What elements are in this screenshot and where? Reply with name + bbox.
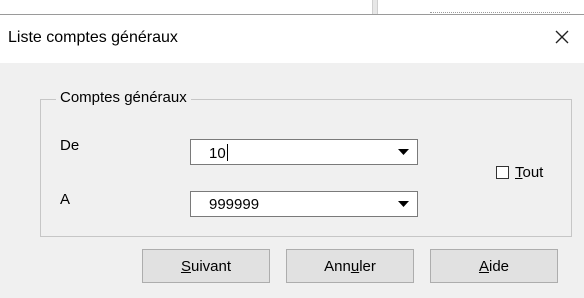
dialog-window: Liste comptes généraux Comptes généraux … bbox=[0, 14, 584, 298]
chevron-down-icon bbox=[397, 148, 409, 155]
cancel-button[interactable]: Annuler bbox=[286, 249, 414, 283]
title-bar: Liste comptes généraux bbox=[0, 15, 584, 63]
to-dropdown-button[interactable] bbox=[390, 193, 416, 215]
to-value[interactable]: 999999 bbox=[209, 196, 259, 213]
help-button-label: Aide bbox=[478, 257, 510, 275]
chevron-down-icon bbox=[397, 200, 409, 207]
text-caret bbox=[226, 144, 228, 161]
from-label: De bbox=[60, 137, 80, 154]
to-combobox[interactable]: 999999 bbox=[190, 191, 418, 217]
cancel-button-label: Annuler bbox=[324, 257, 376, 275]
from-combobox[interactable]: 10 bbox=[190, 139, 418, 165]
close-button[interactable] bbox=[540, 15, 584, 59]
all-checkbox-label: Tout bbox=[515, 163, 544, 181]
checkbox-square[interactable] bbox=[496, 165, 509, 179]
help-button[interactable]: Aide bbox=[430, 249, 558, 283]
all-checkbox[interactable]: Tout bbox=[496, 163, 543, 181]
dialog-title: Liste comptes généraux bbox=[8, 29, 178, 46]
to-label: A bbox=[60, 191, 71, 208]
background-content bbox=[430, 2, 570, 13]
next-button[interactable]: Suivant bbox=[142, 249, 270, 283]
close-icon bbox=[555, 30, 569, 44]
from-value[interactable]: 10 bbox=[209, 144, 228, 162]
from-dropdown-button[interactable] bbox=[390, 141, 416, 163]
groupbox-legend: Comptes généraux bbox=[56, 89, 191, 106]
next-button-label: Suivant bbox=[180, 257, 232, 275]
